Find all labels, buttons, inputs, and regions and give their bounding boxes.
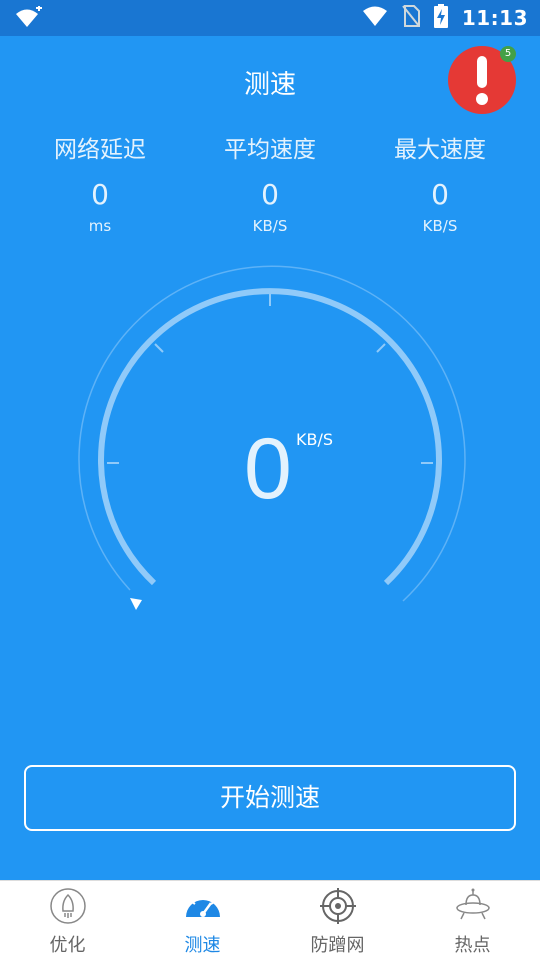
status-time: 11:13 (461, 6, 528, 30)
nav-item-speed-test[interactable]: 测速 (135, 881, 270, 960)
wifi-plus-icon (14, 5, 42, 34)
nav-label: 防蹭网 (310, 935, 365, 956)
stat-value: 0 (261, 178, 279, 211)
bottom-nav: 优化 测速 防蹭网 热点 (0, 880, 540, 960)
speedometer-icon (186, 896, 220, 917)
stats-row: 网络延迟 0 ms 平均速度 0 KB/S 最大速度 0 KB/S (0, 130, 540, 250)
latency-stat: 网络延迟 0 ms (10, 130, 190, 235)
stat-label: 网络延迟 (54, 137, 146, 163)
nav-item-anti-leech[interactable]: 防蹭网 (270, 881, 405, 960)
wifi-icon (362, 5, 388, 31)
nav-item-hotspot[interactable]: 热点 (405, 881, 540, 960)
status-bar: 11:13 (0, 0, 540, 36)
stat-unit: KB/S (422, 217, 458, 235)
battery-charging-icon (433, 4, 448, 32)
gauge-pointer (130, 598, 142, 610)
gauge-unit: KB/S (296, 430, 334, 449)
start-speed-test-button[interactable]: 开始测速 (24, 765, 516, 831)
rocket-icon (50, 888, 86, 924)
stat-unit: KB/S (252, 217, 288, 235)
nav-label: 热点 (454, 935, 491, 956)
stat-label: 平均速度 (224, 137, 316, 163)
nav-item-optimize[interactable]: 优化 (0, 881, 135, 960)
no-sim-icon (402, 5, 420, 31)
alert-badge: 5 (500, 46, 516, 62)
nav-label: 测速 (184, 935, 221, 956)
ufo-icon (456, 888, 490, 920)
stat-value: 0 (431, 178, 449, 211)
target-icon (320, 888, 356, 924)
nav-label: 优化 (49, 935, 86, 956)
stat-value: 0 (91, 178, 109, 211)
stat-unit: ms (88, 217, 112, 235)
max-speed-stat: 最大速度 0 KB/S (350, 130, 530, 235)
average-speed-stat: 平均速度 0 KB/S (180, 130, 360, 235)
gauge-value: 0 (244, 421, 292, 517)
stat-label: 最大速度 (394, 137, 486, 163)
